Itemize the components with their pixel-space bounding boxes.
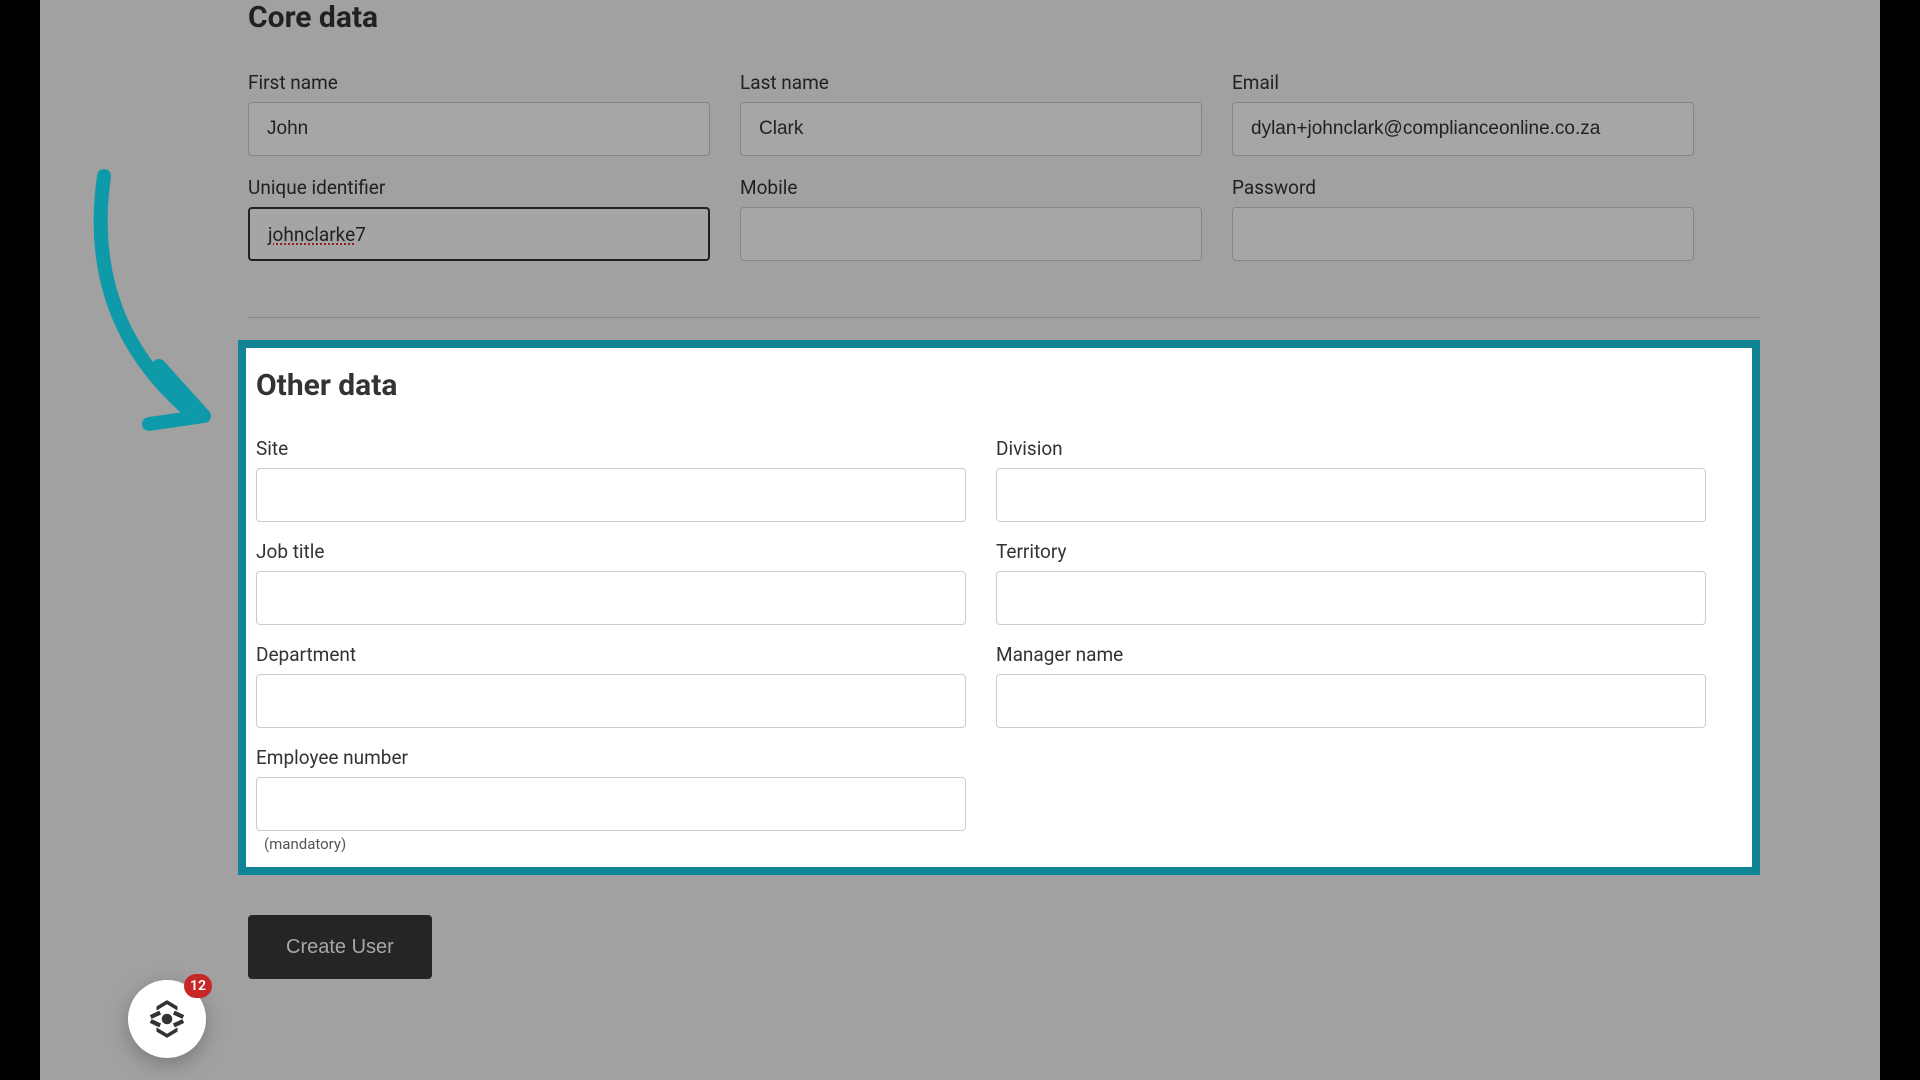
mobile-label: Mobile [740,176,1202,199]
help-widget-badge: 12 [184,974,212,998]
division-input[interactable] [996,468,1706,522]
unique-id-tail-text: 7 [355,223,366,246]
other-data-heading: Other data [256,368,1752,403]
unique-id-label: Unique identifier [248,176,710,199]
last-name-input[interactable] [740,102,1202,156]
core-data-heading: Core data [248,0,1760,35]
password-input[interactable] [1232,207,1694,261]
create-user-button[interactable]: Create User [248,915,432,979]
unique-id-spellcheck-text: johnclarke [268,223,355,246]
help-widget-icon [146,998,188,1040]
job-title-label: Job title [256,540,966,563]
manager-name-label: Manager name [996,643,1706,666]
first-name-input[interactable] [248,102,710,156]
employee-number-input[interactable] [256,777,966,831]
department-label: Department [256,643,966,666]
password-label: Password [1232,176,1694,199]
other-data-panel: Other data Site Division Job title [238,340,1760,875]
employee-number-hint: (mandatory) [264,835,966,853]
employee-number-label: Employee number [256,746,966,769]
section-divider [248,317,1760,318]
email-input[interactable] [1232,102,1694,156]
last-name-label: Last name [740,71,1202,94]
territory-label: Territory [996,540,1706,563]
unique-id-input[interactable]: johnclarke7 [248,207,710,261]
division-label: Division [996,437,1706,460]
email-label: Email [1232,71,1694,94]
manager-name-input[interactable] [996,674,1706,728]
site-label: Site [256,437,966,460]
first-name-label: First name [248,71,710,94]
department-input[interactable] [256,674,966,728]
job-title-input[interactable] [256,571,966,625]
territory-input[interactable] [996,571,1706,625]
site-input[interactable] [256,468,966,522]
mobile-input[interactable] [740,207,1202,261]
help-widget-button[interactable]: 12 [128,980,206,1058]
